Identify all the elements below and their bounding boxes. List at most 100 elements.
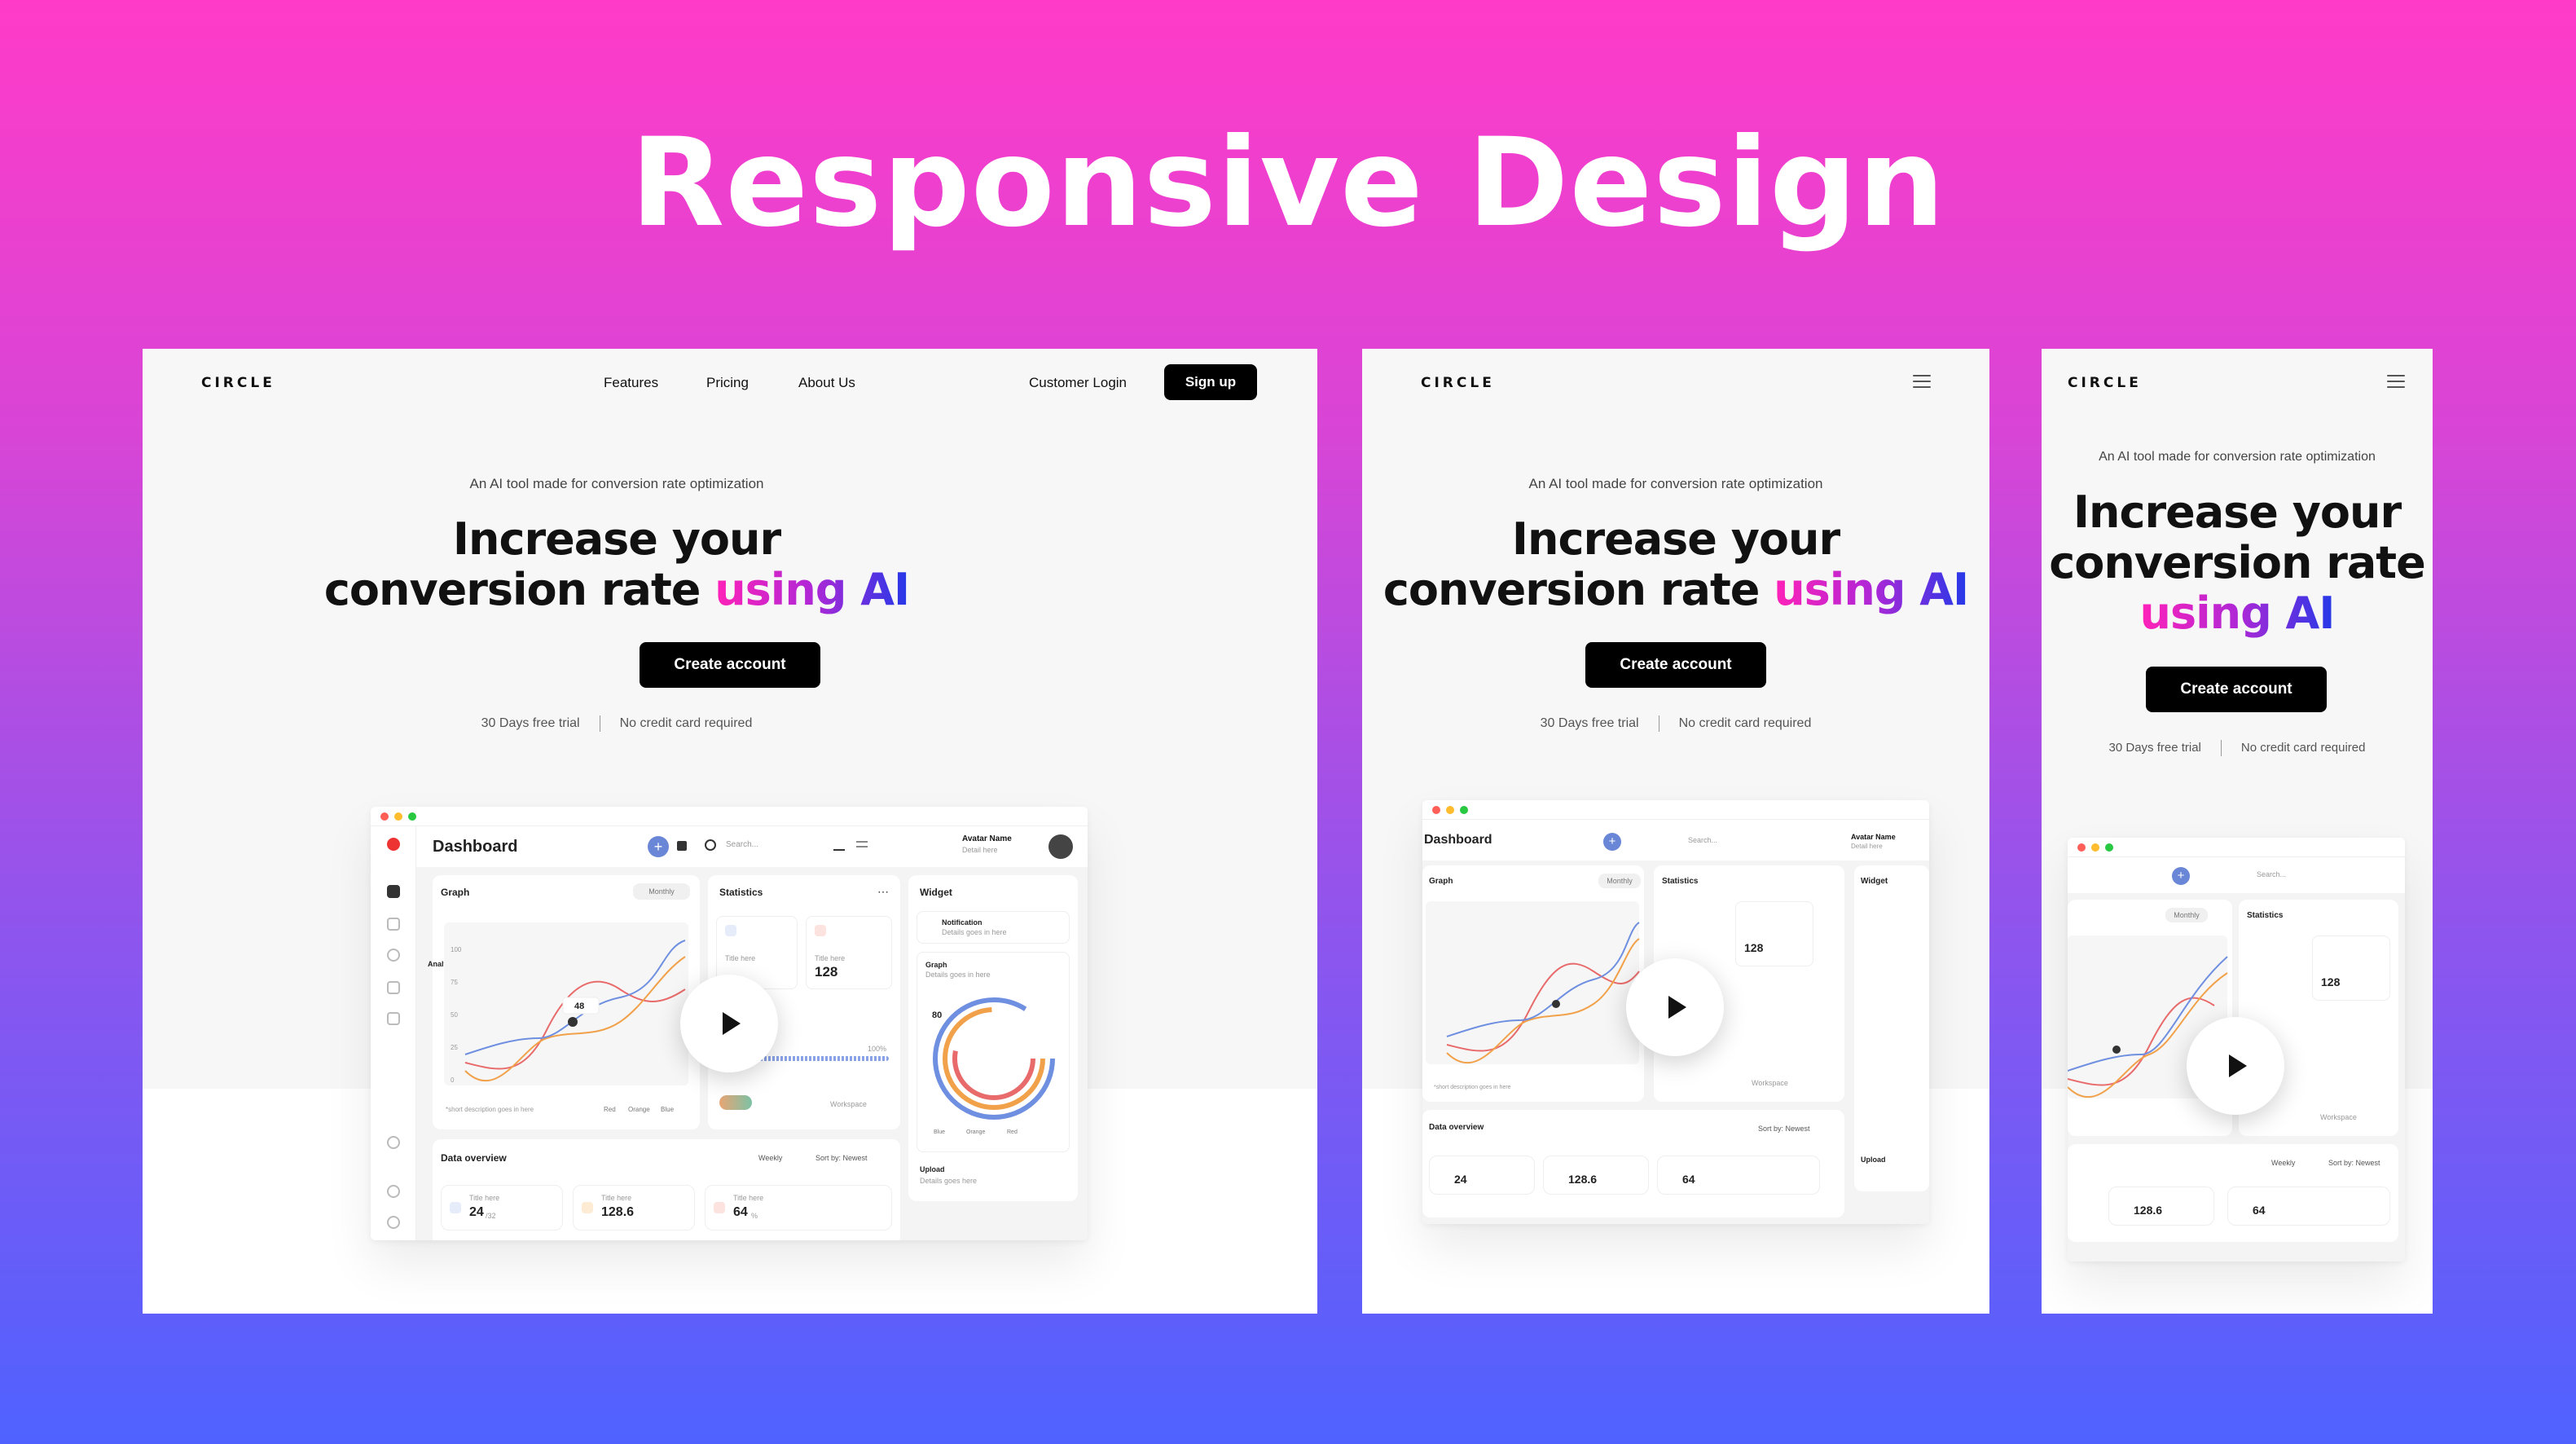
stat-box-mobile[interactable]: 128 xyxy=(2312,936,2390,1001)
headline-line-1: Increase your xyxy=(452,513,781,565)
sort-select-mobile[interactable]: Sort by: Newest xyxy=(2328,1159,2380,1167)
weekly-select[interactable]: Weekly xyxy=(758,1154,782,1162)
apps-icon[interactable] xyxy=(677,841,687,851)
dashboard-mockup: Dashboard + Search... Avatar Name Detail… xyxy=(371,807,1088,1240)
trial-separator-mobile xyxy=(2220,740,2222,756)
window-max-dot[interactable] xyxy=(408,812,416,821)
chart-point-label: 48 xyxy=(574,1002,584,1011)
data-item-1[interactable]: Title here 24 /32 xyxy=(441,1185,563,1230)
brand-logo-tablet[interactable]: CIRCLE xyxy=(1421,375,1495,391)
statistics-menu-icon[interactable]: ⋯ xyxy=(877,885,889,899)
ring-legend-blue: Blue xyxy=(934,1129,945,1135)
ring-chart: 80 Blue Orange Red xyxy=(932,997,1055,1135)
hamburger-menu-icon[interactable] xyxy=(1913,375,1931,388)
nav-link-pricing[interactable]: Pricing xyxy=(706,375,749,391)
nav-link-features[interactable]: Features xyxy=(604,375,658,391)
data-overview-card: Data overview Weekly Sort by: Newest Tit… xyxy=(433,1139,900,1240)
window-min-dot-mobile[interactable] xyxy=(2091,843,2099,852)
headline-accent-tablet: using AI xyxy=(1774,564,1969,615)
window-max-dot-mobile[interactable] xyxy=(2105,843,2113,852)
headline-accent: using AI xyxy=(714,564,910,615)
stat-box-tablet[interactable]: 128 xyxy=(1735,901,1813,966)
avatar[interactable] xyxy=(1048,834,1073,859)
add-button[interactable]: + xyxy=(648,836,669,857)
customer-login-link[interactable]: Customer Login xyxy=(1029,375,1127,391)
hero-tagline: An AI tool made for conversion rate opti… xyxy=(469,476,764,491)
download-icon[interactable] xyxy=(833,839,845,851)
play-video-button-tablet[interactable] xyxy=(1626,958,1724,1056)
data-item-2-value-mobile: 128.6 xyxy=(2134,1204,2163,1217)
sort-select-tablet[interactable]: Sort by: Newest xyxy=(1758,1125,1810,1133)
sort-select[interactable]: Sort by: Newest xyxy=(815,1154,868,1162)
data-item-3-tablet[interactable]: 64 xyxy=(1657,1156,1820,1195)
collapse-icon[interactable] xyxy=(387,1136,400,1149)
line-chart: 100 75 50 25 0 48 *short description goe… xyxy=(444,922,688,1113)
create-account-button-mobile[interactable]: Create account xyxy=(2146,667,2327,712)
data-item-2-mobile[interactable]: 128.6 xyxy=(2108,1186,2214,1226)
data-item-2-label: Title here xyxy=(601,1194,632,1202)
data-item-3-icon xyxy=(714,1202,725,1213)
stat-2-value: 128 xyxy=(815,964,838,980)
data-item-1-tablet[interactable]: 24 xyxy=(1429,1156,1535,1195)
moon-icon[interactable] xyxy=(387,1216,400,1229)
analytics-icon[interactable] xyxy=(387,949,400,962)
inbox-icon[interactable] xyxy=(387,918,400,931)
brand-logo[interactable]: CIRCLE xyxy=(201,375,275,391)
chart-point xyxy=(568,1017,578,1027)
notification-item[interactable]: Notification Details goes in here xyxy=(917,911,1070,944)
hero-tagline-tablet: An AI tool made for conversion rate opti… xyxy=(1528,476,1823,491)
data-item-2[interactable]: Title here 128.6 xyxy=(573,1185,695,1230)
search-input-tablet[interactable]: Search... xyxy=(1688,836,1717,844)
y-tick-25: 25 xyxy=(451,1044,458,1051)
workspace-label-tablet[interactable]: Workspace xyxy=(1752,1079,1788,1087)
window-close-dot-mobile[interactable] xyxy=(2077,843,2086,852)
stat-box-2[interactable]: Title here 128 xyxy=(806,916,892,989)
data-item-2-icon xyxy=(582,1202,593,1213)
data-item-3-mobile[interactable]: 64 xyxy=(2227,1186,2390,1226)
hero-headline-mobile: Increase your conversion rate using AI xyxy=(2042,487,2433,639)
upload-title-tablet[interactable]: Upload xyxy=(1861,1156,1886,1164)
stat-1-label: Title here xyxy=(725,954,756,962)
window-max-dot-tablet[interactable] xyxy=(1460,805,1468,814)
search-input[interactable]: Search... xyxy=(726,840,758,849)
video-icon[interactable] xyxy=(387,981,400,994)
play-icon-mobile xyxy=(2229,1054,2247,1077)
hamburger-menu-icon-mobile[interactable] xyxy=(2387,375,2405,388)
weekly-select-mobile[interactable]: Weekly xyxy=(2271,1159,2295,1167)
search-input-mobile[interactable]: Search... xyxy=(2257,870,2286,878)
statistics-title-tablet: Statistics xyxy=(1662,877,1699,886)
nav-link-about[interactable]: About Us xyxy=(798,375,855,391)
headline-plain: conversion rate xyxy=(323,564,701,615)
filter-icon[interactable] xyxy=(856,841,868,847)
search-icon[interactable] xyxy=(705,839,716,851)
create-account-button[interactable]: Create account xyxy=(640,642,820,688)
data-item-1-label: Title here xyxy=(469,1194,500,1202)
mobile-frame: CIRCLE An AI tool made for conversion ra… xyxy=(2042,349,2433,1314)
add-button-mobile[interactable]: + xyxy=(2172,867,2190,885)
workspace-label-mobile[interactable]: Workspace xyxy=(2320,1113,2357,1121)
headline-line-1-mobile: Increase your xyxy=(2073,486,2402,538)
window-min-dot[interactable] xyxy=(394,812,402,821)
upload-detail: Details goes here xyxy=(920,1177,978,1185)
grid-icon[interactable] xyxy=(387,885,400,898)
y-tick-75: 75 xyxy=(451,979,458,986)
app-logo-icon xyxy=(387,838,400,851)
signup-button[interactable]: Sign up xyxy=(1164,364,1257,400)
workspace-label[interactable]: Workspace xyxy=(830,1100,867,1108)
create-account-button-tablet[interactable]: Create account xyxy=(1585,642,1766,688)
window-close-dot-tablet[interactable] xyxy=(1432,805,1440,814)
data-item-3[interactable]: Title here 64 % xyxy=(705,1185,892,1230)
no-card-text-mobile: No credit card required xyxy=(2240,740,2366,755)
notification-icon[interactable] xyxy=(387,1012,400,1025)
play-video-button-mobile[interactable] xyxy=(2187,1017,2284,1115)
window-min-dot-tablet[interactable] xyxy=(1446,805,1454,814)
data-item-2-tablet[interactable]: 128.6 xyxy=(1543,1156,1649,1195)
page-title: Responsive Design xyxy=(630,112,1946,254)
play-video-button[interactable] xyxy=(680,975,778,1072)
upload-title[interactable]: Upload xyxy=(920,1165,945,1173)
brand-logo-mobile[interactable]: CIRCLE xyxy=(2068,375,2142,391)
widget-card: Widget Notification Details goes in here… xyxy=(908,875,1078,1201)
eye-icon[interactable] xyxy=(387,1185,400,1198)
add-button-tablet[interactable]: + xyxy=(1603,833,1621,851)
window-close-dot[interactable] xyxy=(380,812,389,821)
